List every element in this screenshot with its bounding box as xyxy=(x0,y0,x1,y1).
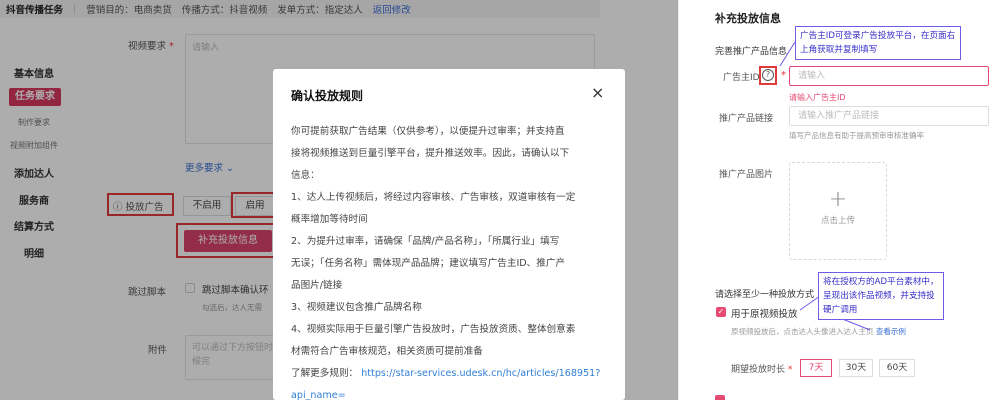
annotation-lines xyxy=(779,41,871,331)
annotation-note-video: 将在授权方的AD平台素材中，呈现出该作品视频，并支持投硬广调用 xyxy=(818,272,944,320)
